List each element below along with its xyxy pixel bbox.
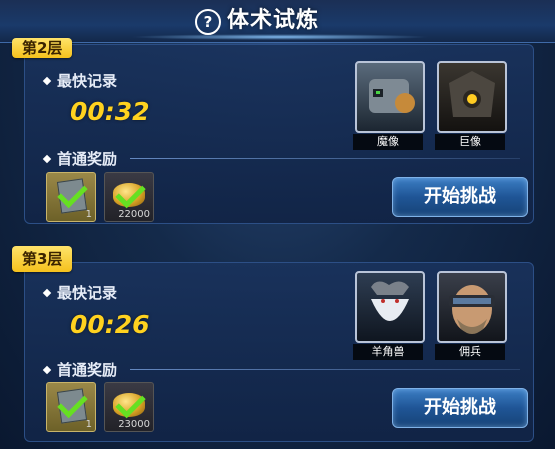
enemy-name: 佣兵	[435, 344, 505, 360]
reward-quantity: 22000	[118, 209, 150, 220]
section-divider	[130, 369, 520, 370]
floor-tag: 第3层	[12, 246, 73, 272]
first-clear-reward-label: 首通奖励	[42, 148, 117, 169]
mercenary-art-icon	[449, 285, 495, 334]
reward-gold[interactable]: 23000	[104, 382, 154, 432]
diamond-bullet-icon	[42, 76, 52, 86]
enemy-portrait-mercenary[interactable]	[437, 271, 507, 343]
title-bar: ? 体术试炼	[0, 0, 555, 43]
ram-beast-art-icon	[371, 281, 409, 321]
enemy-name: 魔像	[353, 134, 423, 150]
enemy-portrait-colossus[interactable]	[437, 61, 507, 133]
help-icon[interactable]: ?	[195, 9, 221, 35]
enemy-name: 羊角兽	[353, 344, 423, 360]
reward-quantity: 1	[85, 209, 92, 220]
fastest-record-time: 00:26	[70, 310, 150, 339]
fastest-record-label: 最快记录	[42, 282, 117, 303]
diamond-bullet-icon	[42, 365, 52, 375]
start-challenge-button[interactable]: 开始挑战	[392, 388, 528, 428]
reward-manual[interactable]: 1	[46, 172, 96, 222]
reward-gold[interactable]: 22000	[104, 172, 154, 222]
diamond-bullet-icon	[42, 288, 52, 298]
golem-art-icon	[369, 79, 415, 113]
reward-quantity: 1	[85, 419, 92, 430]
first-clear-reward-label: 首通奖励	[42, 359, 117, 380]
reward-quantity: 23000	[118, 419, 150, 430]
start-challenge-button[interactable]: 开始挑战	[392, 177, 528, 217]
diamond-bullet-icon	[42, 154, 52, 164]
fastest-record-time: 00:32	[70, 97, 150, 126]
floor-tag: 第2层	[12, 38, 73, 58]
enemy-portrait-ram-beast[interactable]	[355, 271, 425, 343]
section-divider	[130, 158, 520, 159]
reward-manual[interactable]: 1	[46, 382, 96, 432]
enemy-portrait-golem[interactable]	[355, 61, 425, 133]
colossus-art-icon	[449, 71, 495, 117]
page-title: 体术试炼	[227, 8, 320, 33]
enemy-name: 巨像	[435, 134, 505, 150]
fastest-record-label: 最快记录	[42, 70, 117, 91]
